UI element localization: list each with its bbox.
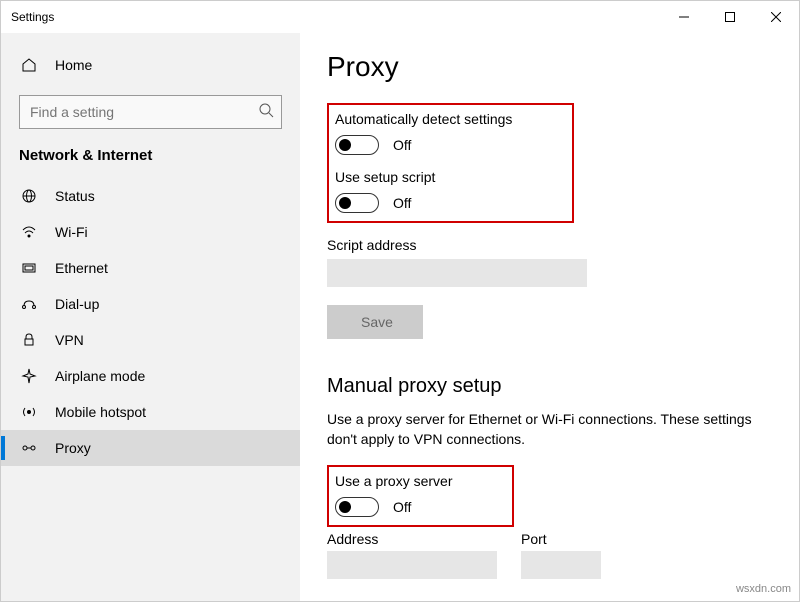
sidebar-item-label: Status [55, 188, 95, 204]
ethernet-icon [19, 260, 39, 276]
save-button[interactable]: Save [327, 305, 423, 339]
sidebar-item-label: Airplane mode [55, 368, 145, 384]
home-label: Home [55, 57, 92, 73]
sidebar-item-wifi[interactable]: Wi-Fi [1, 214, 300, 250]
sidebar-item-airplane[interactable]: Airplane mode [1, 358, 300, 394]
search-wrap [19, 95, 282, 129]
script-address-label: Script address [327, 237, 773, 253]
settings-window: Settings Home Ne [0, 0, 800, 602]
auto-detect-toggle[interactable] [335, 135, 379, 155]
sidebar-item-label: VPN [55, 332, 84, 348]
titlebar: Settings [1, 1, 799, 33]
wifi-icon [19, 224, 39, 240]
address-label: Address [327, 531, 497, 547]
auto-highlight-box: Automatically detect settings Off Use se… [327, 103, 574, 223]
sidebar-item-hotspot[interactable]: Mobile hotspot [1, 394, 300, 430]
home-nav[interactable]: Home [1, 49, 300, 81]
globe-icon [19, 188, 39, 204]
sidebar-item-label: Dial-up [55, 296, 99, 312]
airplane-icon [19, 368, 39, 384]
search-icon [258, 102, 274, 121]
minimize-button[interactable] [661, 1, 707, 33]
setup-script-state: Off [393, 195, 411, 211]
sidebar-item-label: Proxy [55, 440, 91, 456]
use-proxy-label: Use a proxy server [335, 473, 452, 489]
hotspot-icon [19, 404, 39, 420]
sidebar-item-status[interactable]: Status [1, 178, 300, 214]
manual-desc: Use a proxy server for Ethernet or Wi-Fi… [327, 410, 757, 449]
dialup-icon [19, 296, 39, 312]
sidebar-item-label: Wi-Fi [55, 224, 88, 240]
use-proxy-state: Off [393, 499, 411, 515]
auto-detect-label: Automatically detect settings [335, 111, 512, 127]
port-label: Port [521, 531, 601, 547]
sidebar-item-vpn[interactable]: VPN [1, 322, 300, 358]
sidebar-item-dialup[interactable]: Dial-up [1, 286, 300, 322]
port-input[interactable] [521, 551, 601, 579]
setup-script-toggle[interactable] [335, 193, 379, 213]
manual-section-title: Manual proxy setup [327, 375, 773, 398]
sidebar-item-label: Mobile hotspot [55, 404, 146, 420]
auto-detect-state: Off [393, 137, 411, 153]
sidebar-item-proxy[interactable]: Proxy [1, 430, 300, 466]
use-proxy-toggle[interactable] [335, 497, 379, 517]
script-address-input[interactable] [327, 259, 587, 287]
vpn-icon [19, 332, 39, 348]
sidebar-item-ethernet[interactable]: Ethernet [1, 250, 300, 286]
proxy-icon [19, 440, 39, 456]
close-button[interactable] [753, 1, 799, 33]
setup-script-label: Use setup script [335, 169, 512, 185]
sidebar: Home Network & Internet Status Wi-Fi [1, 33, 301, 601]
window-title: Settings [11, 10, 54, 24]
search-input[interactable] [19, 95, 282, 129]
sidebar-item-label: Ethernet [55, 260, 108, 276]
category-title: Network & Internet [1, 147, 300, 178]
watermark: wsxdn.com [736, 583, 791, 595]
main-content: Proxy Automatically detect settings Off … [301, 33, 799, 601]
maximize-button[interactable] [707, 1, 753, 33]
home-icon [19, 57, 39, 73]
manual-highlight-box: Use a proxy server Off [327, 465, 514, 527]
address-input[interactable] [327, 551, 497, 579]
page-title: Proxy [327, 51, 773, 83]
